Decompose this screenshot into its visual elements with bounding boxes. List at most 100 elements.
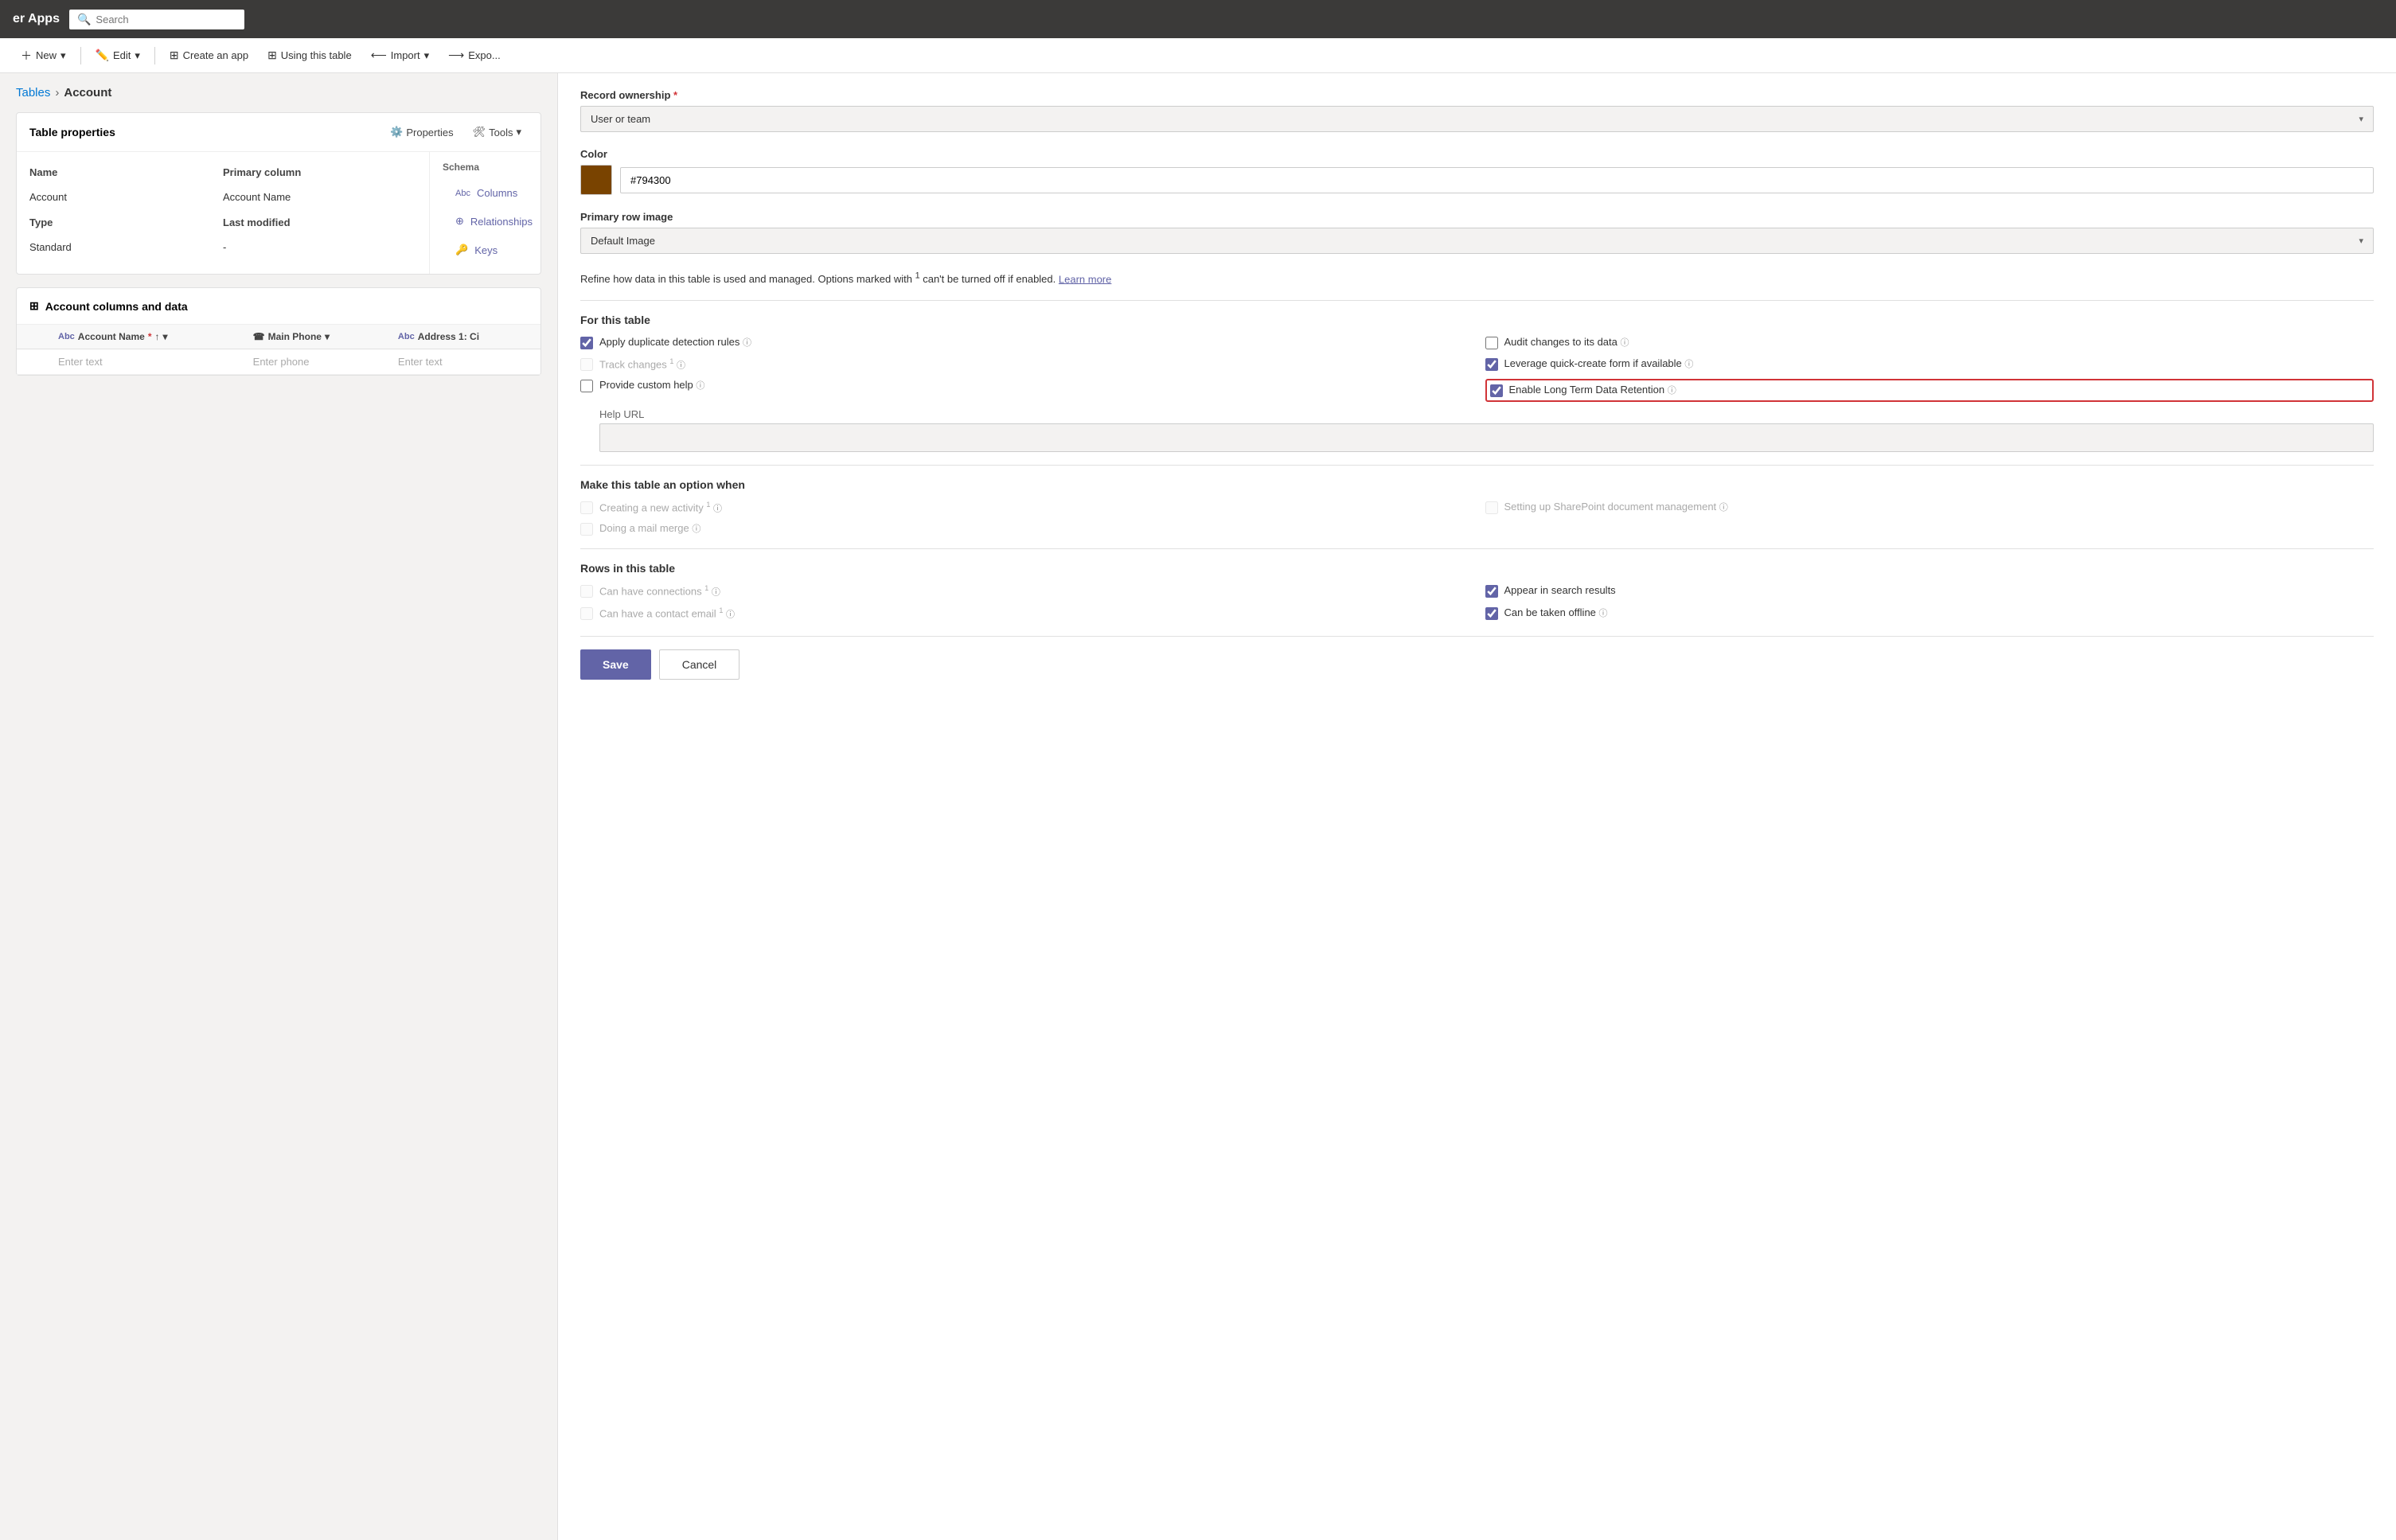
main-area: Tables › Account Table properties ⚙️ Pro… bbox=[0, 73, 2396, 1540]
highlight-container: Enable Long Term Data Retention ⓘ bbox=[1485, 379, 2375, 402]
schema-relationships[interactable]: ⊕ Relationships bbox=[443, 207, 528, 236]
breadcrumb-separator: › bbox=[55, 86, 59, 99]
export-button[interactable]: ⟶ Expo... bbox=[440, 44, 509, 67]
table-properties-title: Table properties bbox=[29, 126, 115, 138]
relationships-icon: ⊕ bbox=[455, 215, 464, 228]
checkbox-leverage-quick-create: Leverage quick-create form if available … bbox=[1485, 357, 2375, 371]
primary-row-image-select[interactable]: Default Image ▾ bbox=[580, 228, 2374, 254]
checkbox-provide-custom-help: Provide custom help ⓘ bbox=[580, 379, 1469, 402]
properties-button[interactable]: ⚙️ Properties bbox=[384, 123, 459, 142]
action-buttons: Save Cancel bbox=[580, 636, 2374, 680]
divider-1 bbox=[580, 300, 2374, 301]
tools-chevron-icon: ▾ bbox=[516, 126, 521, 138]
checkbox-can-have-connections: Can have connections 1 ⓘ bbox=[580, 584, 1469, 598]
edit-button[interactable]: ✏️ Edit ▾ bbox=[88, 44, 148, 67]
export-icon: ⟶ bbox=[448, 49, 464, 62]
provide-custom-help-checkbox[interactable] bbox=[580, 380, 593, 392]
color-row bbox=[580, 165, 2374, 195]
address-header[interactable]: Abc Address 1: Ci bbox=[388, 325, 540, 349]
sort-up-icon[interactable]: ↑ bbox=[154, 331, 159, 342]
checkbox-track-changes: Track changes 1 ⓘ bbox=[580, 357, 1469, 371]
last-modified-value: - bbox=[223, 236, 416, 261]
separator-1 bbox=[80, 47, 81, 64]
primary-row-image-label: Primary row image bbox=[580, 211, 2374, 223]
create-app-button[interactable]: ⊞ Create an app bbox=[162, 44, 256, 67]
color-swatch[interactable] bbox=[580, 165, 612, 195]
data-section-header: ⊞ Account columns and data bbox=[17, 288, 540, 325]
search-box[interactable]: 🔍 bbox=[69, 10, 244, 29]
required-indicator: * bbox=[673, 89, 677, 101]
appear-search-checkbox[interactable] bbox=[1485, 585, 1498, 598]
account-name-header[interactable]: Abc Account Name * ↑ ▾ bbox=[49, 325, 244, 349]
record-ownership-select[interactable]: User or team ▾ bbox=[580, 106, 2374, 132]
name-label: Name bbox=[29, 162, 223, 186]
image-chevron-icon: ▾ bbox=[2359, 236, 2363, 246]
schema-side: Schema Abc Columns ⊕ Relationships 🔑 Key… bbox=[429, 152, 540, 274]
import-button[interactable]: ⟵ Import ▾ bbox=[363, 44, 437, 67]
phone-col-chevron-icon[interactable]: ▾ bbox=[325, 331, 330, 342]
can-have-contact-email-checkbox[interactable] bbox=[580, 607, 593, 620]
enable-long-term-checkbox[interactable] bbox=[1490, 384, 1503, 397]
plus-icon: ＋ bbox=[21, 48, 32, 64]
schema-columns[interactable]: Abc Columns bbox=[443, 179, 528, 207]
search-input[interactable] bbox=[96, 14, 236, 25]
can-be-taken-offline-checkbox[interactable] bbox=[1485, 607, 1498, 620]
tools-icon: 🛠 bbox=[473, 126, 486, 138]
type-label: Type bbox=[29, 212, 223, 236]
table-properties-header: Table properties ⚙️ Properties 🛠 Tools ▾ bbox=[17, 113, 540, 152]
toolbar: ＋ New ▾ ✏️ Edit ▾ ⊞ Create an app ⊞ Usin… bbox=[0, 38, 2396, 73]
track-changes-checkbox[interactable] bbox=[580, 358, 593, 371]
for-this-table-grid: Apply duplicate detection rules ⓘ Audit … bbox=[580, 336, 2374, 402]
search-icon: 🔍 bbox=[77, 13, 91, 26]
checkbox-sharepoint-mgmt: Setting up SharePoint document managemen… bbox=[1485, 501, 2375, 514]
primary-column-label: Primary column bbox=[223, 162, 416, 186]
creating-activity-checkbox[interactable] bbox=[580, 501, 593, 514]
primary-row-image-group: Primary row image Default Image ▾ bbox=[580, 211, 2374, 254]
last-modified-label: Last modified bbox=[223, 212, 416, 236]
keys-icon: 🔑 bbox=[455, 244, 468, 256]
make-option-heading: Make this table an option when bbox=[580, 478, 2374, 491]
row-number-header bbox=[17, 325, 49, 349]
main-phone-header[interactable]: ☎ Main Phone ▾ bbox=[244, 325, 388, 349]
edit-icon: ✏️ bbox=[96, 49, 109, 62]
table-properties-card: Table properties ⚙️ Properties 🛠 Tools ▾… bbox=[16, 112, 541, 275]
create-app-icon: ⊞ bbox=[170, 49, 179, 62]
record-ownership-label: Record ownership * bbox=[580, 89, 2374, 101]
make-option-grid: Creating a new activity 1 ⓘ Setting up S… bbox=[580, 501, 2374, 536]
checkbox-appear-search: Appear in search results bbox=[1485, 584, 2375, 598]
data-section: ⊞ Account columns and data Abc Account N… bbox=[16, 287, 541, 376]
breadcrumb-parent[interactable]: Tables bbox=[16, 86, 50, 99]
leverage-quick-create-checkbox[interactable] bbox=[1485, 358, 1498, 371]
divider-3 bbox=[580, 548, 2374, 549]
help-url-section: Help URL bbox=[580, 408, 2374, 452]
data-section-title: Account columns and data bbox=[45, 300, 188, 313]
schema-keys[interactable]: 🔑 Keys bbox=[443, 236, 528, 264]
using-table-icon: ⊞ bbox=[267, 49, 277, 62]
for-this-table-heading: For this table bbox=[580, 314, 2374, 326]
mail-merge-checkbox[interactable] bbox=[580, 523, 593, 536]
phone-icon: ☎ bbox=[253, 331, 265, 342]
data-table: Abc Account Name * ↑ ▾ ☎ Main Phone bbox=[17, 325, 540, 375]
ownership-chevron-icon: ▾ bbox=[2359, 114, 2363, 124]
gear-icon: ⚙️ bbox=[390, 126, 403, 138]
help-url-input[interactable] bbox=[599, 423, 2374, 452]
using-table-button[interactable]: ⊞ Using this table bbox=[260, 44, 360, 67]
new-button[interactable]: ＋ New ▾ bbox=[13, 43, 74, 68]
learn-more-link[interactable]: Learn more bbox=[1059, 273, 1111, 285]
sharepoint-mgmt-checkbox[interactable] bbox=[1485, 501, 1498, 514]
color-group: Color bbox=[580, 148, 2374, 195]
checkbox-creating-activity: Creating a new activity 1 ⓘ bbox=[580, 501, 1469, 514]
audit-changes-checkbox[interactable] bbox=[1485, 337, 1498, 349]
tools-button[interactable]: 🛠 Tools ▾ bbox=[466, 123, 528, 142]
save-button[interactable]: Save bbox=[580, 649, 651, 680]
table-header-row: Abc Account Name * ↑ ▾ ☎ Main Phone bbox=[17, 325, 540, 349]
record-ownership-group: Record ownership * User or team ▾ bbox=[580, 89, 2374, 132]
color-hex-input[interactable] bbox=[620, 167, 2374, 193]
addr-abc-icon: Abc bbox=[398, 332, 415, 341]
table-row: Enter text Enter phone Enter text bbox=[17, 349, 540, 375]
col-chevron-icon[interactable]: ▾ bbox=[162, 331, 167, 342]
can-have-connections-checkbox[interactable] bbox=[580, 585, 593, 598]
col-abc-icon: Abc bbox=[58, 332, 75, 341]
duplicate-detection-checkbox[interactable] bbox=[580, 337, 593, 349]
cancel-button[interactable]: Cancel bbox=[659, 649, 740, 680]
